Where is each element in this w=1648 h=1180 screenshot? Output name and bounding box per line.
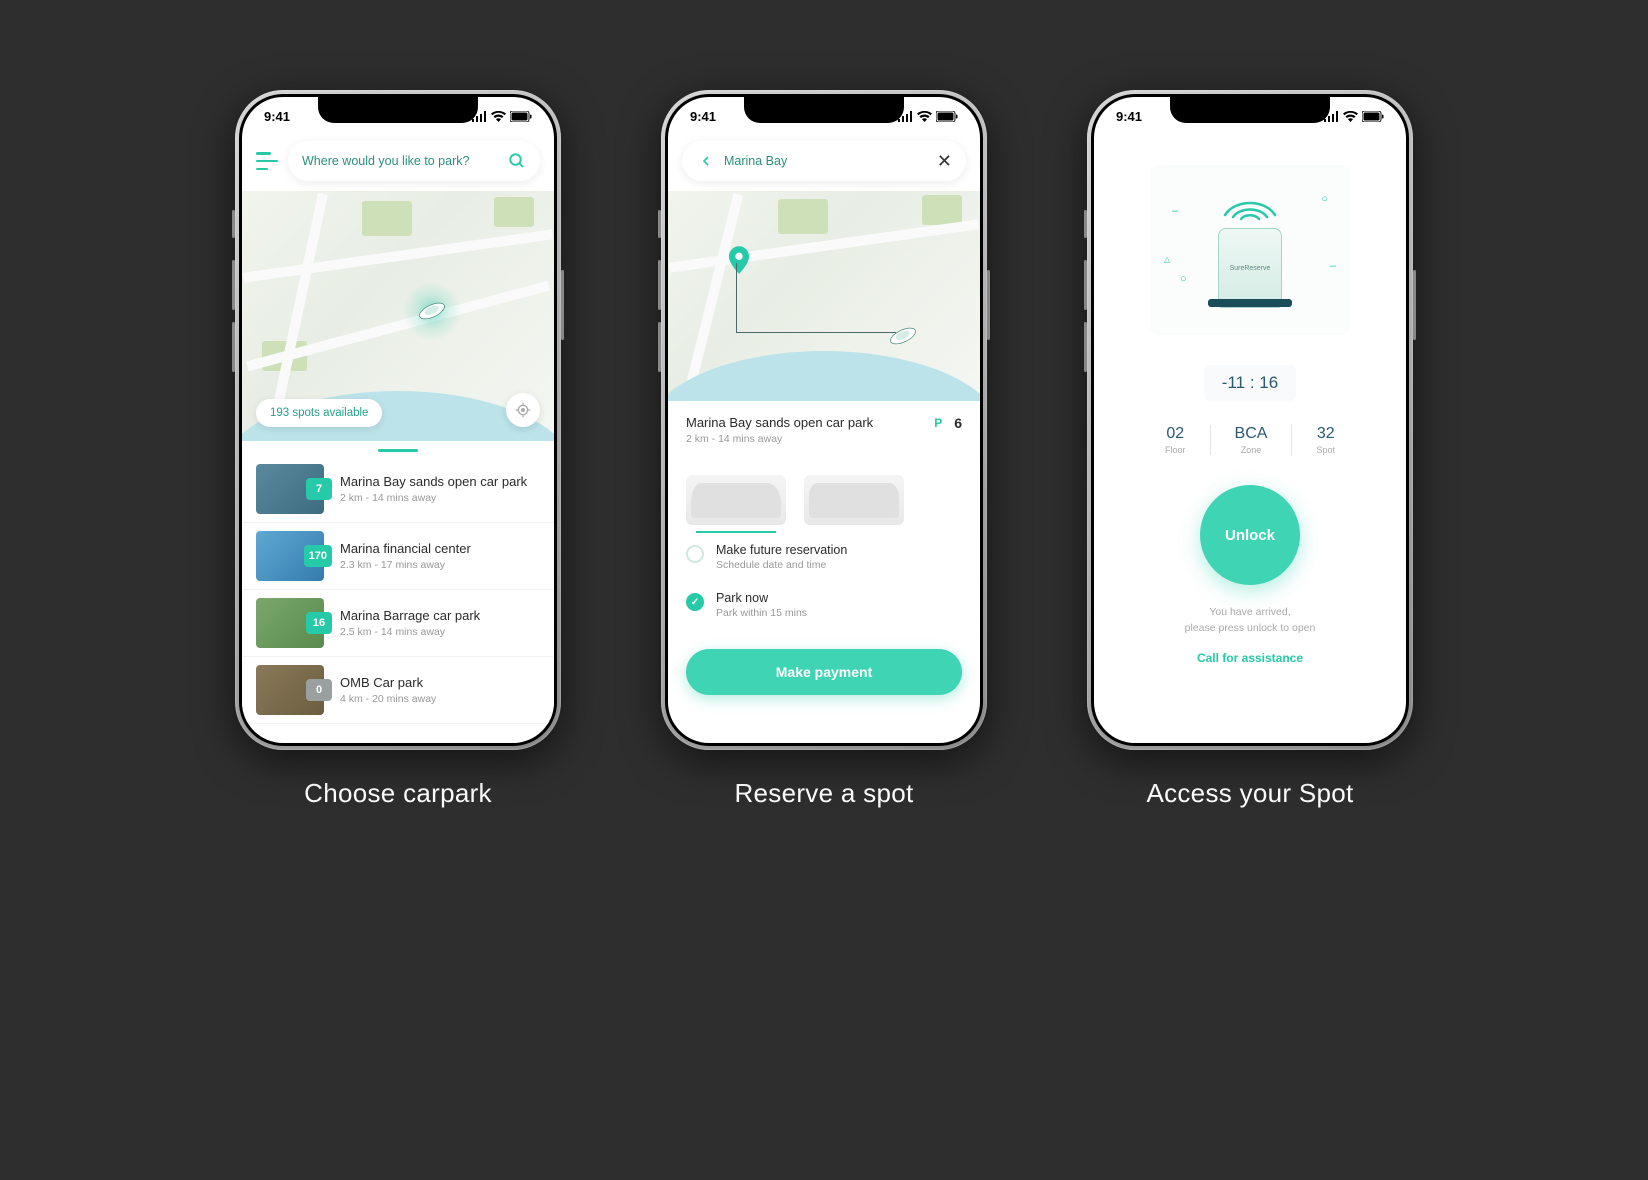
phone-col-access: 9:41 – △ ○ ○ –	[1087, 90, 1413, 809]
search-input[interactable]	[302, 154, 500, 168]
carpark-meta: 2 km - 14 mins away	[340, 492, 540, 504]
carpark-thumbnail: 0	[256, 665, 324, 715]
carpark-item[interactable]: 7 Marina Bay sands open car park 2 km - …	[242, 456, 554, 523]
car-marker	[402, 281, 462, 341]
radio-icon-checked[interactable]	[686, 593, 704, 611]
back-icon[interactable]	[696, 153, 716, 169]
device-base	[1208, 299, 1292, 307]
device-label: SureReserve	[1230, 265, 1271, 272]
search-pill[interactable]	[288, 141, 540, 181]
deco-dash: –	[1172, 205, 1178, 217]
device-body: SureReserve	[1218, 228, 1282, 308]
carpark-item[interactable]: 170 Marina financial center 2.3 km - 17 …	[242, 523, 554, 590]
search-icon[interactable]	[508, 152, 526, 170]
option-title: Park now	[716, 591, 807, 605]
device-illustration: – △ ○ ○ – SureReserve	[1150, 165, 1350, 335]
parking-count: P 6	[934, 415, 962, 431]
radio-icon[interactable]	[686, 545, 704, 563]
arrive-text: You have arrived, please press unlock to…	[1185, 605, 1316, 637]
vehicle-selector	[668, 459, 980, 533]
selected-carpark-card: Marina Bay sands open car park 2 km - 14…	[668, 401, 980, 459]
location-row: 02 Floor BCA Zone 32 Spot	[1141, 425, 1359, 455]
close-icon[interactable]: ✕	[937, 151, 952, 172]
menu-icon[interactable]	[256, 152, 278, 170]
phone-col-choose: 9:41	[235, 90, 561, 809]
unlock-button[interactable]: Unlock	[1200, 485, 1300, 585]
make-payment-button[interactable]: Make payment	[686, 649, 962, 695]
carpark-thumbnail: 170	[256, 531, 324, 581]
screen1-header	[242, 135, 554, 191]
carpark-thumbnail: 16	[256, 598, 324, 648]
carpark-name: Marina Barrage car park	[340, 608, 540, 623]
location-spot: 32 Spot	[1292, 425, 1359, 455]
carpark-item[interactable]: 16 Marina Barrage car park 2.5 km - 14 m…	[242, 590, 554, 657]
deco-dash: –	[1330, 260, 1336, 272]
wifi-icon	[491, 111, 506, 122]
carpark-meta: 2.3 km - 17 mins away	[340, 559, 540, 571]
carpark-meta: 4 km - 20 mins away	[340, 693, 540, 705]
carpark-thumbnail: 7	[256, 464, 324, 514]
notch	[744, 97, 904, 123]
map-area[interactable]: 193 spots available	[242, 191, 554, 441]
option-sub: Schedule date and time	[716, 559, 847, 571]
search-pill[interactable]: ✕	[682, 141, 966, 181]
deco-circle: ○	[1321, 193, 1328, 205]
count-badge: 0	[306, 679, 332, 701]
map-area[interactable]	[668, 191, 980, 401]
search-input[interactable]	[724, 154, 929, 168]
wifi-icon	[917, 111, 932, 122]
option-future[interactable]: Make future reservation Schedule date an…	[668, 533, 980, 581]
phone-frame: 9:41	[235, 90, 561, 750]
carpark-name: Marina financial center	[340, 541, 540, 556]
phones-row: 9:41	[235, 90, 1413, 809]
vehicle-option-suv[interactable]	[804, 475, 904, 525]
carpark-list[interactable]: 7 Marina Bay sands open car park 2 km - …	[242, 449, 554, 724]
count-badge: 16	[306, 612, 332, 634]
phone-frame: 9:41 – △ ○ ○ –	[1087, 90, 1413, 750]
drag-handle[interactable]	[378, 449, 418, 452]
option-sub: Park within 15 mins	[716, 607, 807, 619]
count-badge: 7	[306, 478, 332, 500]
location-zone: BCA Zone	[1211, 425, 1293, 455]
status-time: 9:41	[264, 109, 290, 124]
selected-name: Marina Bay sands open car park	[686, 415, 873, 430]
route-line	[736, 263, 896, 333]
deco-triangle: △	[1164, 255, 1170, 264]
deco-circle: ○	[1180, 273, 1187, 285]
battery-icon	[936, 111, 958, 122]
carpark-name: OMB Car park	[340, 675, 540, 690]
car-marker	[873, 306, 933, 366]
call-assistance-link[interactable]: Call for assistance	[1197, 651, 1303, 665]
location-floor: 02 Floor	[1141, 425, 1211, 455]
phone-col-reserve: 9:41 ✕	[661, 90, 987, 809]
caption-reserve: Reserve a spot	[734, 778, 913, 809]
spots-available-pill[interactable]: 193 spots available	[256, 399, 382, 427]
countdown-timer: -11 : 16	[1204, 365, 1296, 401]
notch	[318, 97, 478, 123]
selected-meta: 2 km - 14 mins away	[686, 433, 873, 445]
carpark-name: Marina Bay sands open car park	[340, 474, 540, 489]
option-park-now[interactable]: Park now Park within 15 mins	[668, 581, 980, 629]
carpark-meta: 2.5 km - 14 mins away	[340, 626, 540, 638]
phone-frame: 9:41 ✕	[661, 90, 987, 750]
screen2-header: ✕	[668, 135, 980, 191]
notch	[1170, 97, 1330, 123]
status-time: 9:41	[1116, 109, 1142, 124]
status-time: 9:41	[690, 109, 716, 124]
carpark-item[interactable]: 0 OMB Car park 4 km - 20 mins away	[242, 657, 554, 724]
caption-access: Access your Spot	[1146, 778, 1353, 809]
signal-arcs-icon	[1215, 185, 1285, 221]
battery-icon	[1362, 111, 1384, 122]
caption-choose: Choose carpark	[304, 778, 492, 809]
option-title: Make future reservation	[716, 543, 847, 557]
count-badge: 170	[304, 545, 332, 567]
battery-icon	[510, 111, 532, 122]
vehicle-option-sedan[interactable]	[686, 475, 786, 525]
wifi-icon	[1343, 111, 1358, 122]
locate-button[interactable]	[506, 393, 540, 427]
screen3-content: – △ ○ ○ – SureReserve	[1094, 135, 1406, 695]
